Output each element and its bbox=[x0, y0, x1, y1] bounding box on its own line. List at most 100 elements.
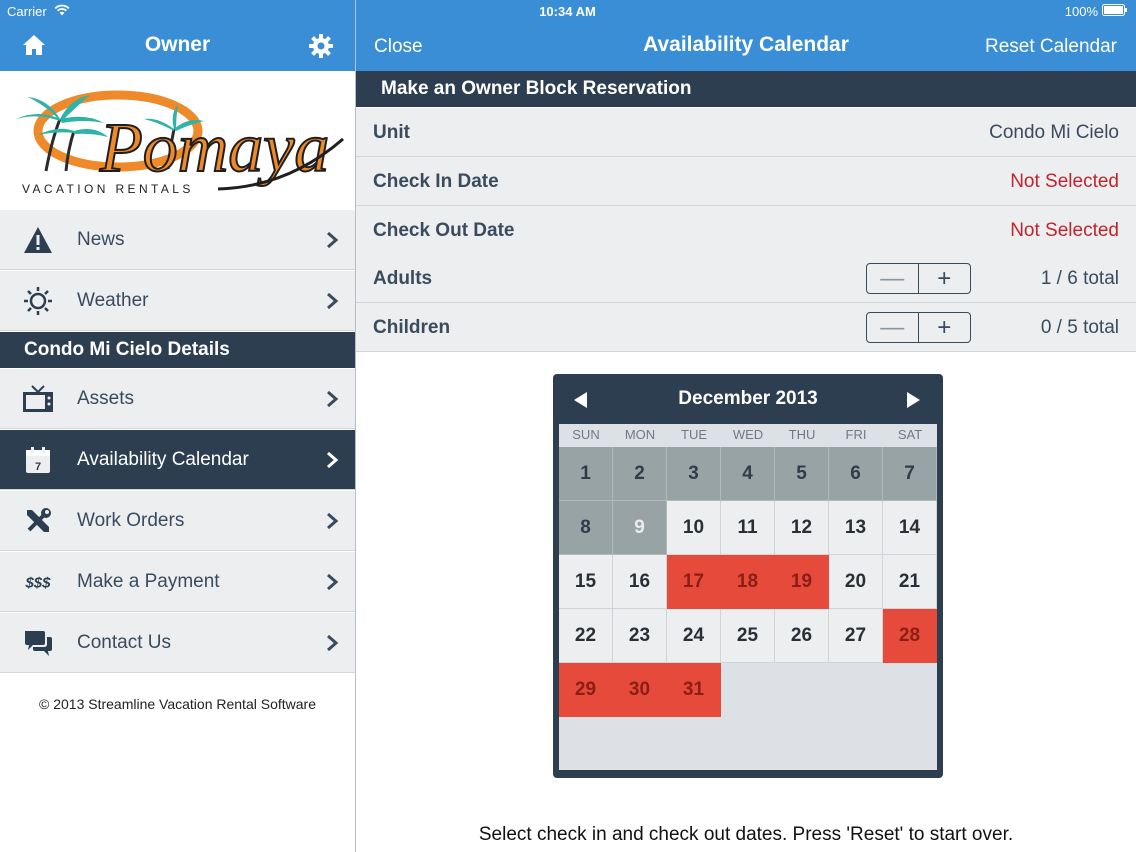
gear-icon[interactable] bbox=[309, 34, 333, 58]
main-navbar: 10:34 AM 100% Close Availability Calenda… bbox=[356, 0, 1136, 71]
calendar-empty-cell bbox=[829, 663, 883, 717]
adults-row: Adults — + 1 / 6 total bbox=[356, 254, 1136, 303]
wifi-icon bbox=[54, 4, 70, 16]
check-out-row[interactable]: Check Out Date Not Selected bbox=[356, 206, 1136, 255]
calendar-day[interactable]: 27 bbox=[829, 609, 883, 663]
children-label: Children bbox=[373, 317, 451, 338]
copyright-text: © 2013 Streamline Vacation Rental Softwa… bbox=[39, 696, 316, 712]
chevron-right-icon bbox=[327, 513, 339, 529]
adults-count: 1 / 6 total bbox=[1040, 268, 1119, 289]
check-in-label: Check In Date bbox=[373, 171, 499, 192]
chat-icon bbox=[22, 627, 54, 659]
weekday-label: FRI bbox=[845, 427, 867, 442]
sun-icon bbox=[22, 285, 54, 317]
calendar-day[interactable]: 23 bbox=[613, 609, 667, 663]
calendar-day: 2 bbox=[613, 447, 667, 501]
check-in-value: Not Selected bbox=[1010, 171, 1119, 192]
calendar-empty-cell bbox=[775, 663, 829, 717]
unit-row: Unit Condo Mi Cielo bbox=[356, 108, 1136, 157]
weekday-header: SUN MON TUE WED THU FRI SAT bbox=[559, 424, 937, 446]
calendar-empty-cell bbox=[883, 663, 937, 717]
logo-wordmark: Pomaya bbox=[99, 110, 329, 187]
calendar-month-title: December 2013 bbox=[678, 388, 818, 409]
sidebar-item-make-a-payment[interactable]: $$$ Make a Payment bbox=[0, 552, 355, 612]
calendar-day: 9 bbox=[613, 501, 667, 555]
sidebar-item-weather[interactable]: Weather bbox=[0, 271, 355, 331]
children-decrement-button[interactable]: — bbox=[867, 313, 919, 342]
weekday-label: THU bbox=[788, 427, 816, 442]
sidebar-item-assets[interactable]: Assets bbox=[0, 369, 355, 429]
calendar-day: 3 bbox=[667, 447, 721, 501]
calendar-day[interactable]: 25 bbox=[721, 609, 775, 663]
svg-text:7: 7 bbox=[35, 461, 41, 473]
weekday-label: TUE bbox=[681, 427, 707, 442]
sidebar-item-label: Availability Calendar bbox=[77, 449, 249, 470]
check-out-label: Check Out Date bbox=[373, 220, 515, 241]
block-reservation-header: Make an Owner Block Reservation bbox=[356, 71, 1136, 107]
calendar-day: 31 bbox=[667, 663, 721, 717]
battery-icon bbox=[1102, 4, 1127, 16]
weekday-label: MON bbox=[624, 427, 656, 442]
weekday-label: SUN bbox=[572, 427, 600, 442]
children-row: Children — + 0 / 5 total bbox=[356, 303, 1136, 352]
calendar-day[interactable]: 20 bbox=[829, 555, 883, 609]
battery-percent: 100% bbox=[1064, 4, 1098, 19]
calendar-day[interactable]: 10 bbox=[667, 501, 721, 555]
children-stepper: — + bbox=[866, 312, 971, 343]
chevron-right-icon bbox=[327, 232, 339, 248]
instructions-text: Select check in and check out dates. Pre… bbox=[478, 824, 1014, 845]
section-header-unit-details: Condo Mi Cielo Details bbox=[0, 332, 355, 368]
chevron-right-icon bbox=[327, 293, 339, 309]
calendar-day[interactable]: 11 bbox=[721, 501, 775, 555]
calendar-grid: 1 2 3 4 5 6 7 8 9 10 11 12 13 14 15 16 17 18 19 20 21 22 23 24 2… bbox=[559, 447, 937, 717]
calendar-day[interactable]: 21 bbox=[883, 555, 937, 609]
weekday-label: SAT bbox=[897, 427, 923, 442]
calendar-day[interactable]: 22 bbox=[559, 609, 613, 663]
logo-subtitle: VACATION RENTALS bbox=[22, 182, 194, 196]
chevron-right-icon bbox=[327, 635, 339, 651]
sidebar: Carrier Owner Pomaya VACATION RENTALS Ne… bbox=[0, 0, 355, 852]
app-window: Carrier Owner Pomaya VACATION RENTALS Ne… bbox=[0, 0, 1136, 852]
check-in-row[interactable]: Check In Date Not Selected bbox=[356, 157, 1136, 206]
sidebar-item-news[interactable]: News bbox=[0, 210, 355, 270]
weekday-label: WED bbox=[732, 427, 764, 442]
calendar-day: 1 bbox=[559, 447, 613, 501]
reset-calendar-button[interactable]: Reset Calendar bbox=[985, 36, 1117, 58]
sidebar-item-label: Make a Payment bbox=[77, 571, 220, 592]
adults-decrement-button[interactable]: — bbox=[867, 264, 919, 293]
chevron-right-icon bbox=[327, 452, 339, 468]
main-pane: 10:34 AM 100% Close Availability Calenda… bbox=[356, 0, 1136, 852]
calendar-day[interactable]: 14 bbox=[883, 501, 937, 555]
sidebar-item-work-orders[interactable]: Work Orders bbox=[0, 491, 355, 551]
sidebar-item-contact-us[interactable]: Contact Us bbox=[0, 613, 355, 673]
adults-increment-button[interactable]: + bbox=[919, 264, 971, 293]
adults-stepper: — + bbox=[866, 263, 971, 294]
carrier-label: Carrier bbox=[7, 4, 47, 19]
chevron-right-icon bbox=[327, 574, 339, 590]
calendar-day: 29 bbox=[559, 663, 613, 717]
sidebar-title: Owner bbox=[144, 33, 211, 56]
calendar-day: 17 bbox=[667, 555, 721, 609]
calendar-day: 8 bbox=[559, 501, 613, 555]
calendar-day[interactable]: 26 bbox=[775, 609, 829, 663]
calendar-day[interactable]: 12 bbox=[775, 501, 829, 555]
calendar-day[interactable]: 15 bbox=[559, 555, 613, 609]
calendar-day[interactable]: 13 bbox=[829, 501, 883, 555]
adults-label: Adults bbox=[373, 268, 433, 289]
sidebar-item-availability-calendar[interactable]: 7 Availability Calendar bbox=[0, 430, 355, 490]
tv-icon bbox=[22, 383, 54, 415]
sidebar-navbar: Carrier Owner bbox=[0, 0, 355, 71]
calendar-day[interactable]: 24 bbox=[667, 609, 721, 663]
status-time: 10:34 AM bbox=[539, 4, 596, 19]
unit-value: Condo Mi Cielo bbox=[989, 122, 1119, 143]
sidebar-item-label: Weather bbox=[77, 290, 149, 311]
calendar-empty-cell bbox=[721, 663, 775, 717]
calendar-day: 5 bbox=[775, 447, 829, 501]
children-increment-button[interactable]: + bbox=[919, 313, 971, 342]
calendar-day: 28 bbox=[883, 609, 937, 663]
children-count: 0 / 5 total bbox=[1040, 317, 1119, 338]
pomaya-logo: Pomaya VACATION RENTALS bbox=[0, 71, 355, 210]
next-month-icon[interactable] bbox=[903, 390, 923, 410]
calendar-day[interactable]: 16 bbox=[613, 555, 667, 609]
unit-label: Unit bbox=[373, 122, 410, 143]
